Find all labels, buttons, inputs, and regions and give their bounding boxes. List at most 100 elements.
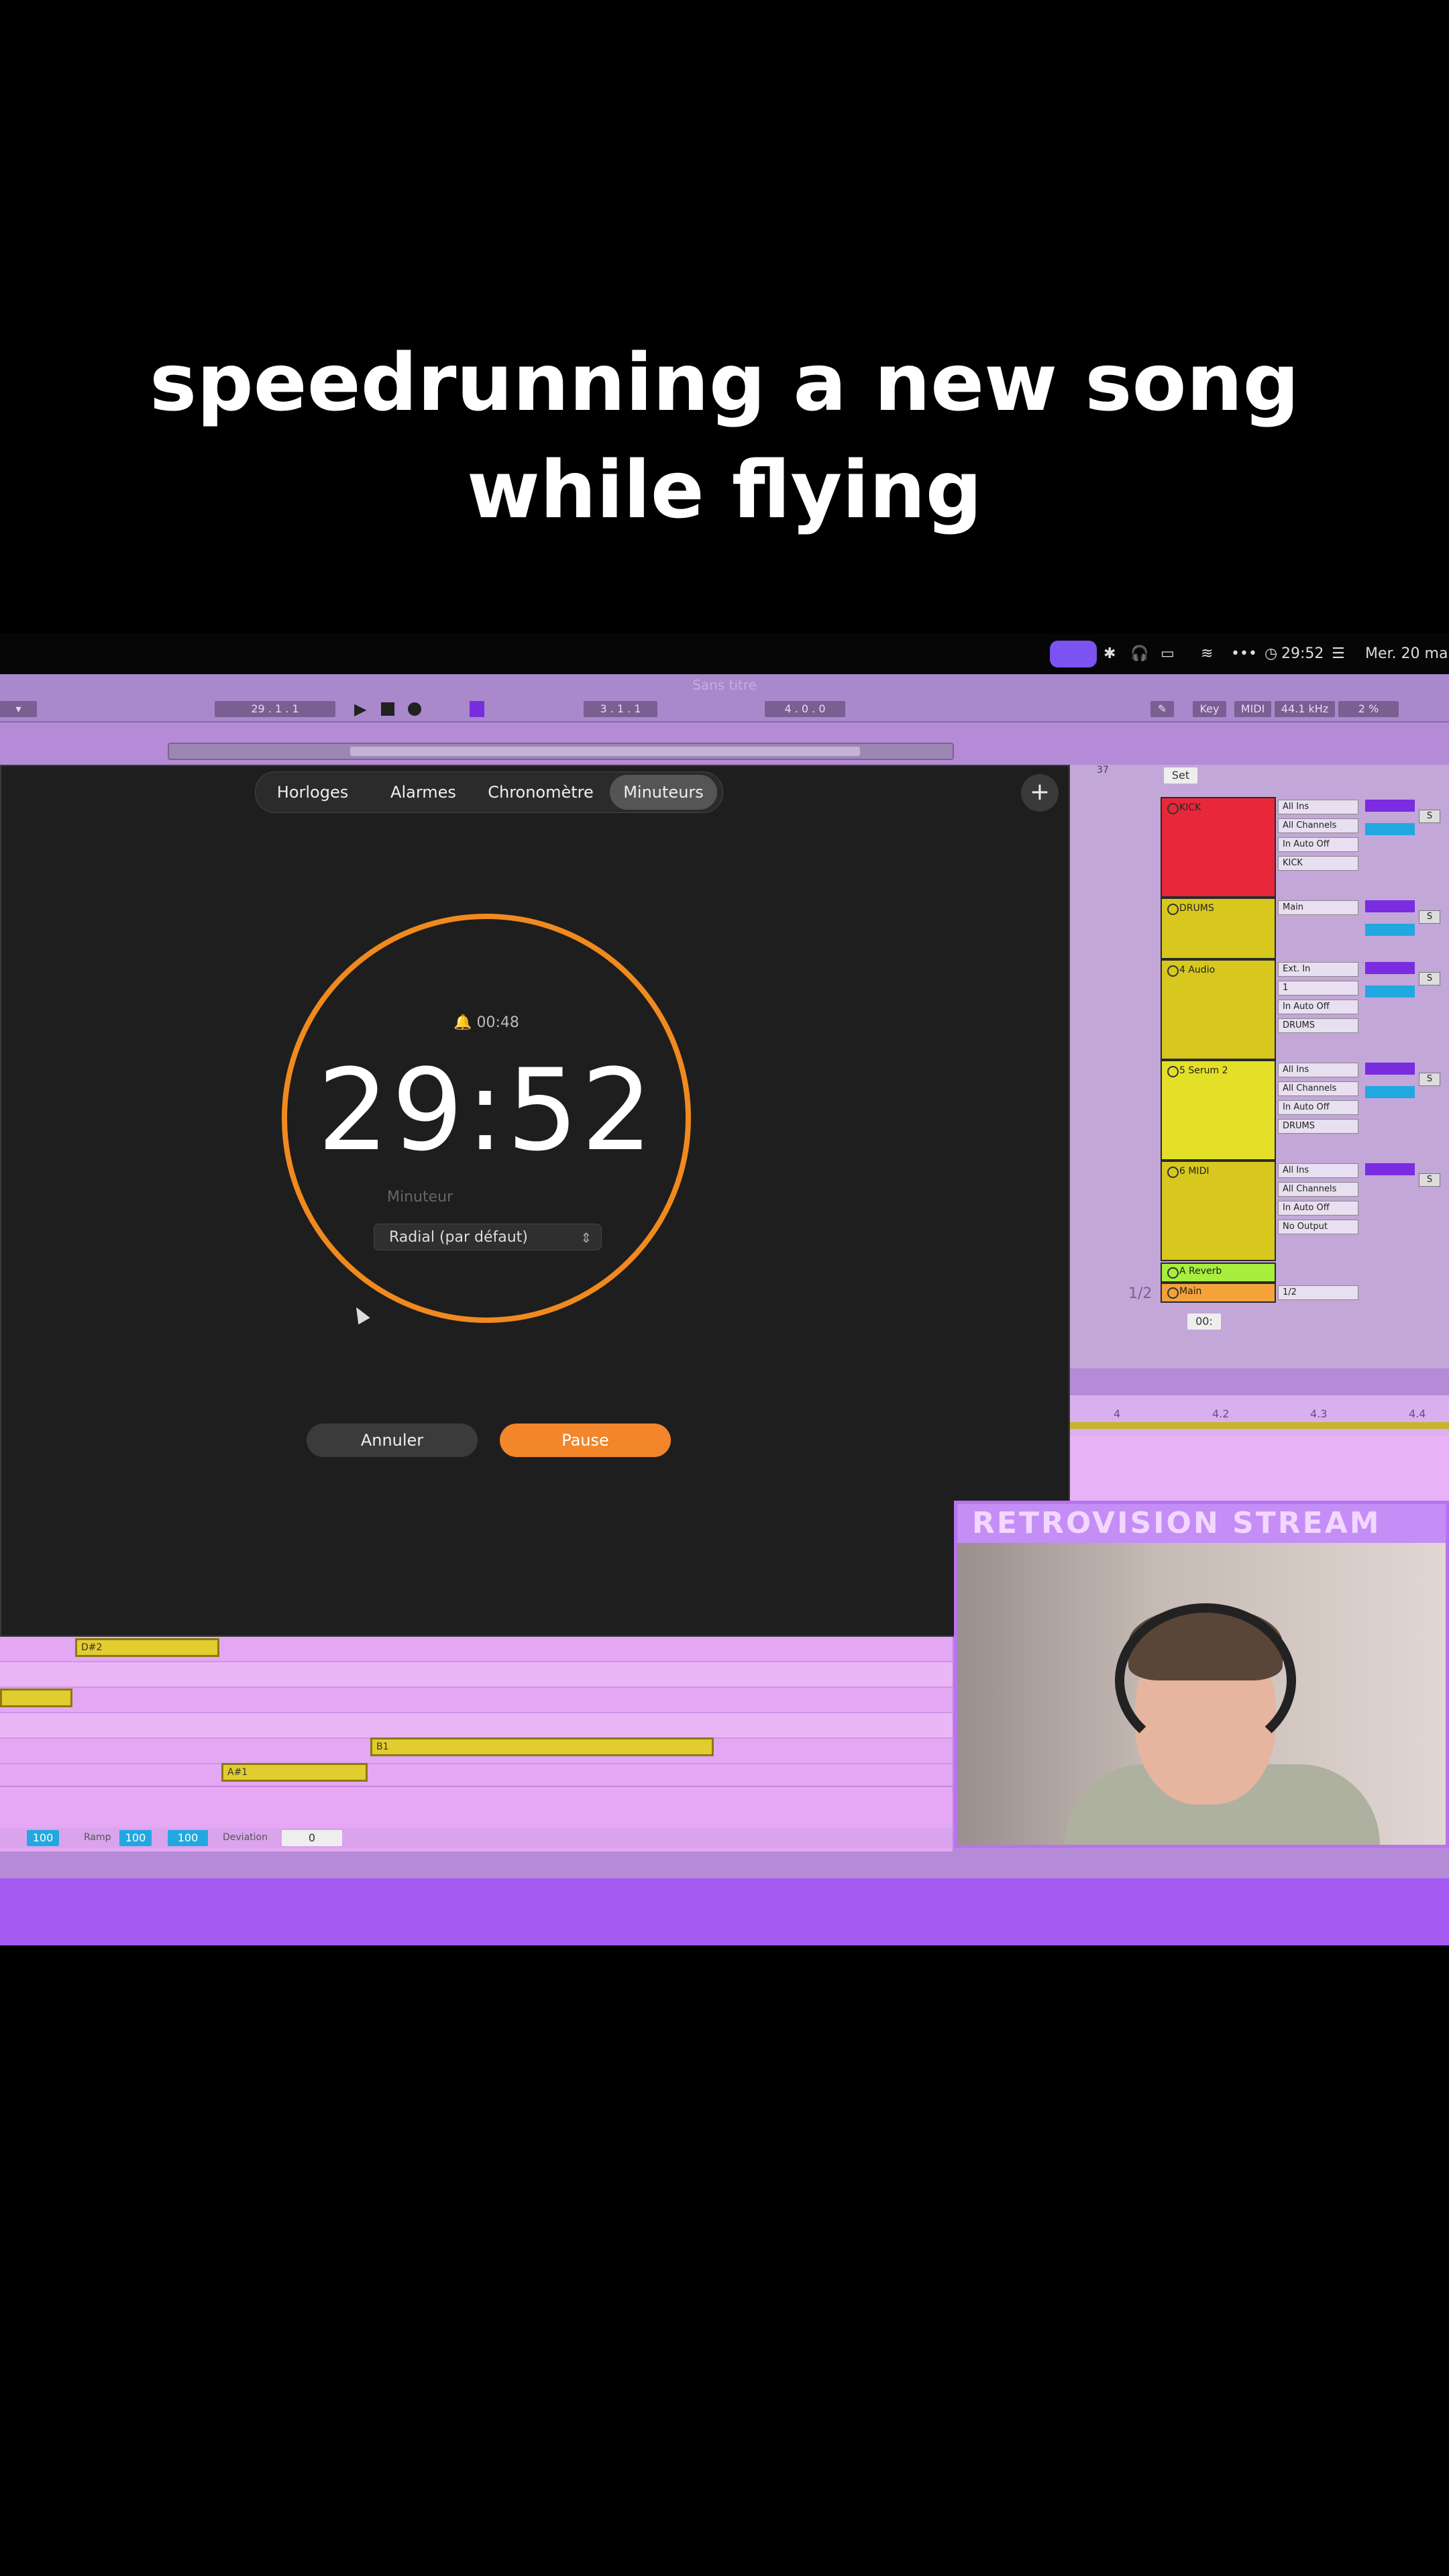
play-icon[interactable]: ▶ (354, 700, 366, 718)
track-a-reverb[interactable]: A Reverb (1161, 1263, 1276, 1283)
draw-mode-icon[interactable]: ✎ (1150, 701, 1174, 717)
mixer-4-audio[interactable]: S (1365, 962, 1446, 1007)
caption-line-1: speedrunning a new song (149, 336, 1300, 429)
ruler-mark: 4.3 (1310, 1407, 1328, 1420)
input-channel[interactable]: All Channels (1278, 1081, 1358, 1096)
midi-note[interactable]: D#2 (75, 1638, 219, 1657)
record-icon[interactable] (408, 702, 421, 716)
mixer-kick[interactable]: S (1365, 800, 1446, 845)
tab-chronometre[interactable]: Chronomètre (480, 775, 601, 810)
webcam-feed (957, 1543, 1446, 1845)
menubar-date[interactable]: Mer. 20 mai (1365, 642, 1449, 666)
battery-icon[interactable]: ▭ (1161, 642, 1175, 666)
input-type[interactable]: All Ins (1278, 1063, 1358, 1077)
mixer-5-serum-2[interactable]: S (1365, 1063, 1446, 1108)
deviation-value[interactable]: 0 (282, 1830, 342, 1846)
output-channel[interactable]: 1/2 (1278, 1285, 1358, 1300)
wifi-icon[interactable]: ≋ (1201, 642, 1213, 666)
io-kick[interactable]: All Ins All Channels In Auto Off KICK (1278, 800, 1358, 875)
left-dropdown[interactable]: ▾ (0, 701, 37, 717)
pause-button[interactable]: Pause (500, 1424, 671, 1457)
io-4-audio[interactable]: Ext. In 1 In Auto Off DRUMS (1278, 962, 1358, 1037)
clock-app-window: Horloges Alarmes Chronomètre Minuteurs +… (0, 765, 1070, 1637)
ruler-mark: 4.2 (1212, 1407, 1230, 1420)
io-5-serum-2[interactable]: All Ins All Channels In Auto Off DRUMS (1278, 1063, 1358, 1138)
output-type[interactable]: KICK (1278, 856, 1358, 871)
control-center-icon[interactable]: ☰ (1332, 642, 1345, 666)
stop-icon[interactable] (381, 702, 394, 716)
cpu-meter: 2 % (1338, 701, 1399, 717)
output-type[interactable]: DRUMS (1278, 1119, 1358, 1134)
tab-horloges[interactable]: Horloges (262, 775, 363, 810)
io-6-midi[interactable]: All Ins All Channels In Auto Off No Outp… (1278, 1163, 1358, 1238)
input-channel[interactable]: 1 (1278, 981, 1358, 996)
mixer-6-midi[interactable]: S (1365, 1163, 1446, 1187)
output-type[interactable]: Main (1278, 900, 1358, 915)
ruler-mark: 4.4 (1409, 1407, 1426, 1420)
scrollbar-thumb[interactable] (350, 747, 860, 756)
tab-alarmes[interactable]: Alarmes (373, 775, 474, 810)
input-channel[interactable]: All Channels (1278, 1182, 1358, 1197)
midi-map-button[interactable]: MIDI (1234, 701, 1271, 717)
monitor-mode[interactable]: In Auto Off (1278, 837, 1358, 852)
input-type[interactable]: Ext. In (1278, 962, 1358, 977)
input-type[interactable]: All Ins (1278, 1163, 1358, 1178)
midi-note[interactable]: A#1 (221, 1763, 368, 1782)
caption-line-2: while flying (466, 443, 983, 536)
piano-roll[interactable]: D#2 B1 A#1 100 Ramp 100 100 Deviation 0 (0, 1637, 953, 1851)
track-main[interactable]: Main (1161, 1283, 1276, 1303)
output-type[interactable]: DRUMS (1278, 1018, 1358, 1033)
bluetooth-icon[interactable]: ✱ (1104, 642, 1116, 666)
cancel-button[interactable]: Annuler (307, 1424, 478, 1457)
more-icon[interactable]: ••• (1231, 642, 1257, 666)
page-indicator: 1/2 (1128, 1285, 1152, 1302)
track-name: DRUMS (1179, 903, 1214, 914)
io-main[interactable]: 1/2 (1278, 1285, 1358, 1304)
track-drums[interactable]: DRUMS (1161, 898, 1276, 959)
alarm-end-time: 🔔 00:48 (453, 1014, 519, 1031)
add-timer-button[interactable]: + (1021, 774, 1059, 812)
arrangement-scrollbar[interactable] (168, 743, 954, 760)
track-kick[interactable]: KICK (1161, 797, 1276, 898)
timer-label[interactable]: Minuteur (387, 1189, 453, 1205)
arrangement-ruler[interactable]: 4 4.2 4.3 4.4 (1070, 1395, 1449, 1436)
mouse-cursor-icon (350, 1303, 370, 1325)
track-5-serum-2[interactable]: 5 Serum 2 (1161, 1060, 1276, 1161)
deviation-label: Deviation (223, 1832, 268, 1843)
bottom-bar (0, 1878, 1449, 1945)
position-display[interactable]: 29 . 1 . 1 (215, 701, 335, 717)
monitor-mode[interactable]: In Auto Off (1278, 1201, 1358, 1216)
loop-length-display[interactable]: 4 . 0 . 0 (765, 701, 845, 717)
capture-icon[interactable] (470, 701, 484, 717)
headphones-icon[interactable]: 🎧 (1130, 642, 1148, 666)
zoom-display[interactable]: 00: (1187, 1313, 1221, 1330)
input-type[interactable]: All Ins (1278, 800, 1358, 814)
clip-grid[interactable] (1070, 1436, 1449, 1503)
midi-note[interactable]: B1 (370, 1737, 714, 1756)
io-drums[interactable]: Main (1278, 900, 1358, 919)
piano-row (0, 1688, 953, 1713)
velocity-lane[interactable] (0, 1786, 953, 1825)
track-name: 4 Audio (1179, 965, 1216, 975)
stream-banner: RETROVISION STREAM (957, 1504, 1446, 1543)
monitor-mode[interactable]: In Auto Off (1278, 1000, 1358, 1014)
timer-style-select[interactable]: Radial (par défaut) ⇕ (374, 1224, 602, 1250)
key-map-button[interactable]: Key (1193, 701, 1226, 717)
quantize-value[interactable]: 100 (27, 1830, 59, 1846)
input-channel[interactable]: All Channels (1278, 818, 1358, 833)
set-button[interactable]: Set (1164, 767, 1197, 784)
mixer-drums[interactable]: S (1365, 900, 1446, 945)
tab-minuteurs[interactable]: Minuteurs (610, 775, 717, 810)
monitor-mode[interactable]: In Auto Off (1278, 1100, 1358, 1115)
track-6-midi[interactable]: 6 MIDI (1161, 1161, 1276, 1261)
midi-note[interactable] (0, 1688, 72, 1707)
screen-mirroring-icon[interactable] (1050, 641, 1097, 667)
loop-brace[interactable] (1070, 1422, 1449, 1429)
track-4-audio[interactable]: 4 Audio (1161, 959, 1276, 1060)
timer-icon[interactable]: ◷ (1265, 642, 1277, 666)
ramp-end-value[interactable]: 100 (168, 1830, 208, 1846)
output-type[interactable]: No Output (1278, 1220, 1358, 1234)
loop-start-display[interactable]: 3 . 1 . 1 (584, 701, 657, 717)
menubar-time[interactable]: 29:52 (1281, 642, 1324, 666)
ramp-start-value[interactable]: 100 (119, 1830, 152, 1846)
